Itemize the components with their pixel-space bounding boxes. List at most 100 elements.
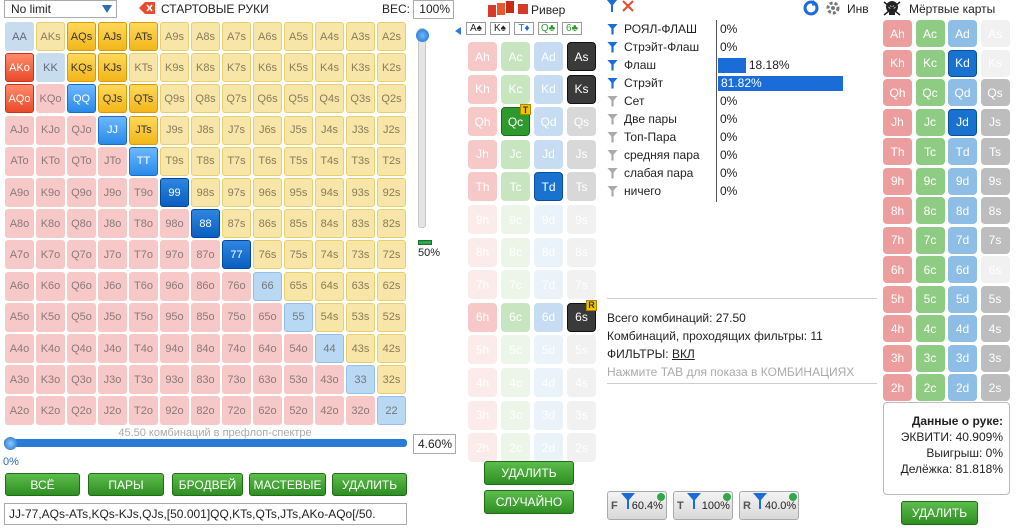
river-card[interactable]: 2s bbox=[567, 433, 596, 463]
dead-card[interactable]: 2h bbox=[883, 374, 912, 401]
hand-cell[interactable]: A7o bbox=[5, 240, 34, 270]
delete-dead-button[interactable]: УДАЛИТЬ bbox=[901, 501, 978, 525]
dead-card[interactable]: 6s bbox=[980, 256, 1010, 283]
hand-cell[interactable]: J3o bbox=[98, 365, 127, 395]
hand-cell[interactable]: A6o bbox=[5, 271, 34, 301]
filter-icon[interactable] bbox=[607, 167, 618, 179]
hand-cell[interactable]: J6o bbox=[98, 271, 127, 301]
hand-cell[interactable]: T3o bbox=[129, 365, 158, 395]
dead-card[interactable]: 4c bbox=[915, 315, 945, 342]
hand-cell[interactable]: 98o bbox=[160, 209, 189, 239]
river-card[interactable]: 7h bbox=[468, 270, 497, 300]
hand-cell[interactable]: 93o bbox=[160, 365, 189, 395]
hand-cell[interactable]: J5s bbox=[284, 115, 313, 145]
suited-button[interactable]: МАСТЕВЫЕ bbox=[249, 473, 326, 496]
hand-cell[interactable]: 66 bbox=[253, 271, 282, 301]
hand-cell[interactable]: KQs bbox=[67, 53, 96, 83]
hand-cell[interactable]: A8s bbox=[191, 22, 220, 51]
hand-cell[interactable]: 62s bbox=[377, 271, 406, 301]
hand-cell[interactable]: 43o bbox=[315, 365, 344, 395]
river-card[interactable]: Qd bbox=[534, 107, 563, 137]
hand-cell[interactable]: J8o bbox=[98, 209, 127, 239]
gear-icon[interactable] bbox=[825, 0, 841, 16]
broadway-button[interactable]: БРОДВЕЙ bbox=[172, 473, 243, 496]
dead-card[interactable]: Ts bbox=[980, 138, 1010, 165]
hand-cell[interactable]: K7o bbox=[36, 240, 65, 270]
river-card[interactable]: 6h bbox=[468, 302, 497, 332]
hand-cell[interactable]: Q2s bbox=[377, 84, 406, 114]
hand-cell[interactable]: 94o bbox=[160, 334, 189, 363]
hand-cell[interactable]: A2o bbox=[5, 396, 34, 426]
collapse-arrow-icon[interactable] bbox=[455, 24, 461, 35]
random-button[interactable]: СЛУЧАЙНО bbox=[484, 490, 574, 514]
hand-cell[interactable]: T8o bbox=[129, 209, 158, 239]
hand-cell[interactable]: T3s bbox=[346, 146, 375, 176]
river-card[interactable]: 4c bbox=[501, 368, 530, 397]
dead-card[interactable]: 5s bbox=[980, 285, 1010, 313]
dead-card[interactable]: Th bbox=[883, 138, 912, 165]
dead-card[interactable]: 2s bbox=[980, 374, 1010, 401]
hand-cell[interactable]: Q9o bbox=[67, 178, 96, 207]
hand-cell[interactable]: 83s bbox=[346, 209, 375, 239]
dead-card[interactable]: 8c bbox=[915, 197, 945, 224]
hand-type-row[interactable]: слабая пара bbox=[607, 165, 693, 181]
river-card[interactable]: Ah bbox=[468, 42, 497, 71]
river-card[interactable]: 3h bbox=[468, 400, 497, 430]
hand-type-row[interactable]: ничего bbox=[607, 183, 661, 199]
hand-cell[interactable]: A3o bbox=[5, 365, 34, 395]
hand-cell[interactable]: K5s bbox=[284, 53, 313, 83]
filter-icon[interactable] bbox=[607, 149, 618, 161]
hand-cell[interactable]: K2s bbox=[377, 53, 406, 83]
dead-card[interactable]: Qh bbox=[883, 79, 912, 106]
hand-cell[interactable]: 97o bbox=[160, 240, 189, 270]
hand-type-row[interactable]: Сет bbox=[607, 93, 644, 109]
hand-cell[interactable]: 53s bbox=[346, 302, 375, 332]
hand-cell[interactable]: K7s bbox=[222, 53, 251, 83]
select-all-button[interactable]: ВСЁ bbox=[5, 473, 80, 496]
river-card[interactable]: Js bbox=[567, 139, 596, 169]
hand-cell[interactable]: JTo bbox=[98, 146, 127, 176]
river-card[interactable]: Tc bbox=[501, 172, 530, 202]
hand-type-row[interactable]: Топ-Пара bbox=[607, 129, 676, 145]
hand-type-row[interactable]: средняя пара bbox=[607, 147, 700, 163]
river-card[interactable]: 5s bbox=[567, 335, 596, 365]
hand-cell[interactable]: 64s bbox=[315, 271, 344, 301]
hand-cell[interactable]: 82s bbox=[377, 209, 406, 239]
hand-cell[interactable]: KTo bbox=[36, 146, 65, 176]
filter-icon[interactable] bbox=[607, 41, 618, 53]
dead-card[interactable]: 8d bbox=[948, 197, 977, 224]
hand-cell[interactable]: 95s bbox=[284, 178, 313, 207]
range-percent-input[interactable]: 4.60% bbox=[413, 434, 456, 454]
river-card[interactable]: Kc bbox=[501, 74, 530, 104]
hand-cell[interactable]: T9s bbox=[160, 146, 189, 176]
hand-cell[interactable]: 32o bbox=[346, 396, 375, 426]
hand-cell[interactable]: T4s bbox=[315, 146, 344, 176]
hand-cell[interactable]: 22 bbox=[377, 396, 406, 426]
filter-icon[interactable] bbox=[607, 185, 618, 197]
hand-cell[interactable]: KJo bbox=[36, 115, 65, 145]
dead-card[interactable]: Js bbox=[980, 108, 1010, 136]
hand-cell[interactable]: AA bbox=[5, 22, 34, 51]
hand-cell[interactable]: 52s bbox=[377, 302, 406, 332]
hand-cell[interactable]: T7s bbox=[222, 146, 251, 176]
hand-cell[interactable]: T7o bbox=[129, 240, 158, 270]
hand-cell[interactable]: 82o bbox=[191, 396, 220, 426]
hand-cell[interactable]: A2s bbox=[377, 22, 406, 51]
dead-card[interactable]: 9h bbox=[883, 167, 912, 195]
river-card[interactable]: 2d bbox=[534, 433, 563, 463]
river-card[interactable]: 9h bbox=[468, 205, 497, 234]
dead-card[interactable]: 2d bbox=[948, 374, 977, 401]
river-card[interactable]: Qc T bbox=[501, 104, 531, 137]
hand-cell[interactable]: K9s bbox=[160, 53, 189, 83]
hand-cell[interactable]: 73o bbox=[222, 365, 251, 395]
dead-card[interactable]: 3s bbox=[980, 344, 1010, 372]
hand-cell[interactable]: KK bbox=[36, 53, 65, 83]
dead-card[interactable]: 8h bbox=[883, 197, 912, 224]
filter-icon[interactable] bbox=[607, 131, 618, 143]
hand-cell[interactable]: J2s bbox=[377, 115, 406, 145]
river-card[interactable]: 9c bbox=[501, 205, 530, 234]
hand-cell[interactable]: 53o bbox=[284, 365, 313, 395]
river-card[interactable]: Ad bbox=[534, 42, 563, 71]
hand-cell[interactable]: AJs bbox=[98, 22, 127, 51]
inv-label[interactable]: Инв bbox=[847, 2, 869, 16]
